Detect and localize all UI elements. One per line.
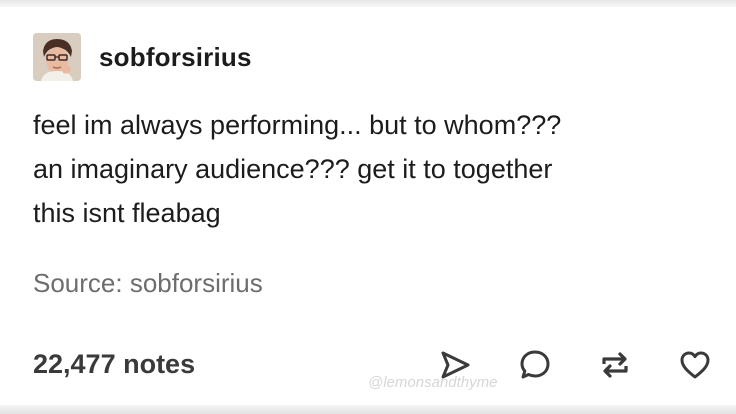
- heart-icon: [680, 351, 710, 379]
- post-text-line: this isnt fleabag: [33, 198, 221, 228]
- username[interactable]: sobforsirius: [99, 42, 252, 73]
- notes-count[interactable]: 22,477 notes: [33, 349, 195, 380]
- post-header: sobforsirius: [33, 31, 252, 83]
- reply-bubble-icon: [520, 350, 550, 379]
- reblog-icon: [602, 352, 628, 378]
- post-body: feel im always performing... but to whom…: [33, 103, 713, 235]
- avatar[interactable]: [33, 33, 81, 81]
- post-text-line: an imaginary audience??? get it to toget…: [33, 154, 553, 184]
- screenshot-frame: sobforsirius feel im always performing..…: [0, 0, 736, 414]
- like-button[interactable]: [677, 347, 713, 383]
- avatar-image: [33, 33, 81, 81]
- post-source[interactable]: Source: sobforsirius: [33, 268, 263, 299]
- reply-button[interactable]: [517, 347, 553, 383]
- watermark: @lemonsandthyme: [368, 374, 498, 391]
- bottom-edge: [0, 405, 736, 414]
- top-edge: [0, 0, 736, 7]
- post-text-line: feel im always performing... but to whom…: [33, 110, 562, 140]
- reblog-button[interactable]: [597, 347, 633, 383]
